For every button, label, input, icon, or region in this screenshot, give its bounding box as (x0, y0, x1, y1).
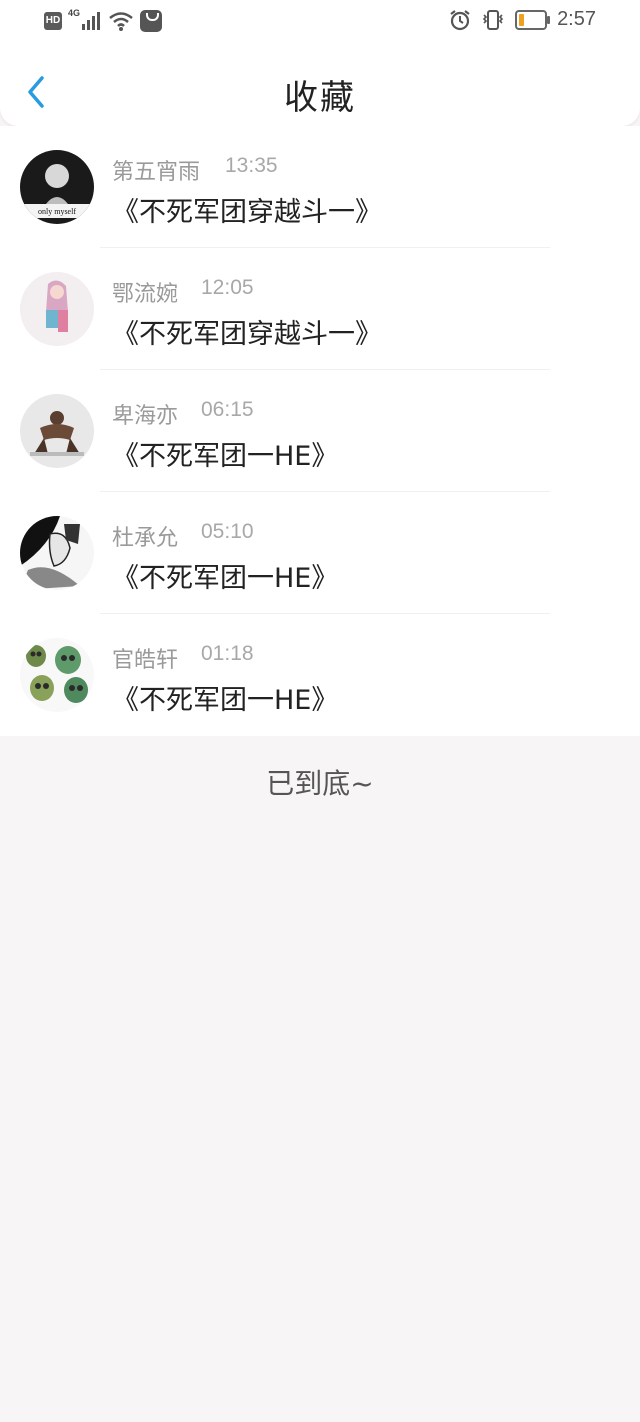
avatar: only myself (20, 150, 94, 224)
book-title: 《不死军团一HE》 (112, 441, 339, 472)
user-name: 第五宵雨 (112, 160, 201, 185)
user-name: 鄂流婉 (112, 282, 179, 307)
list-item[interactable]: 卑海亦 06:15 《不死军团一HE》 (0, 370, 640, 492)
avatar-caption: only myself (38, 207, 76, 216)
timestamp: 05:10 (201, 520, 254, 543)
battery-fill (519, 13, 525, 26)
favorites-list: only myself 第五宵雨 13:35 《不死军团穿越斗一》 鄂流婉 12… (0, 126, 640, 736)
top-bar: HD 4G 2:57 收藏 (0, 0, 640, 126)
list-item[interactable]: only myself 第五宵雨 13:35 《不死军团穿越斗一》 (0, 126, 640, 248)
avatar (20, 394, 94, 468)
list-item[interactable]: 鄂流婉 12:05 《不死军团穿越斗一》 (0, 248, 640, 370)
battery-icon (515, 9, 551, 30)
end-of-list-text: 已到底~ (266, 767, 374, 800)
clock: 2:57 (557, 8, 596, 30)
wifi-icon (109, 12, 133, 31)
avatar (20, 516, 94, 590)
nav-bar: 收藏 (0, 44, 640, 126)
page-title: 收藏 (284, 78, 356, 118)
timestamp: 06:15 (201, 398, 254, 421)
list-item[interactable]: 官皓轩 01:18 《不死军团一HE》 (0, 614, 640, 736)
book-title: 《不死军团穿越斗一》 (112, 319, 382, 350)
avatar (20, 638, 94, 712)
hd-badge: HD (44, 12, 62, 30)
list-item[interactable]: 杜承允 05:10 《不死军团一HE》 (0, 492, 640, 614)
user-name: 杜承允 (112, 526, 179, 551)
book-title: 《不死军团穿越斗一》 (112, 197, 382, 228)
avatar (20, 272, 94, 346)
status-bar: HD 4G 2:57 (0, 0, 640, 44)
user-name: 卑海亦 (112, 404, 179, 429)
user-name: 官皓轩 (112, 648, 179, 673)
shopping-bag-icon (140, 10, 162, 32)
book-title: 《不死军团一HE》 (112, 685, 339, 716)
network-type: 4G (68, 8, 81, 18)
timestamp: 12:05 (201, 276, 254, 299)
alarm-icon (450, 9, 470, 30)
timestamp: 01:18 (201, 642, 254, 665)
vibrate-icon (482, 9, 504, 30)
timestamp: 13:35 (225, 154, 278, 177)
book-title: 《不死军团一HE》 (112, 563, 339, 594)
cellular-signal-icon: 4G (68, 8, 102, 34)
